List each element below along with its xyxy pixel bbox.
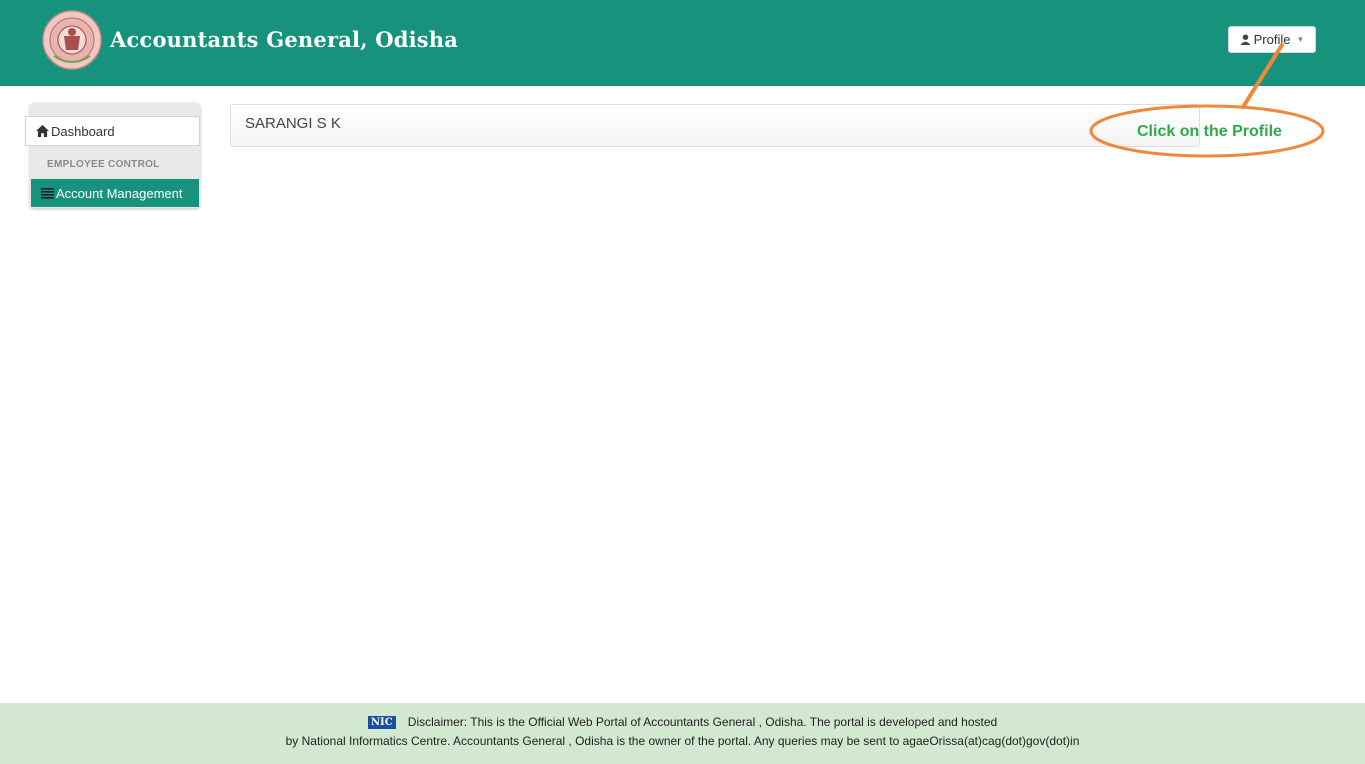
caret-down-icon: ▼ <box>1296 35 1305 44</box>
emblem-logo-icon <box>42 10 102 70</box>
site-title: Accountants General, Odisha <box>110 27 459 52</box>
sidebar-item-dashboard[interactable]: Dashboard <box>25 116 200 146</box>
annotation-text: Click on the Profile <box>1137 123 1282 140</box>
sidebar-item-label: Dashboard <box>51 123 115 139</box>
list-icon <box>41 187 54 199</box>
user-panel: SARANGI S K <box>230 104 1200 147</box>
footer: NIC Disclaimer: This is the Official Web… <box>0 703 1365 764</box>
sidebar-item-account-management[interactable]: Account Management <box>31 179 199 207</box>
sidebar-item-label: Account Management <box>56 185 183 201</box>
profile-label: Profile <box>1253 32 1291 47</box>
home-icon <box>36 125 49 137</box>
top-header: Accountants General, Odisha Profile ▼ <box>0 0 1365 86</box>
user-icon <box>1240 34 1251 45</box>
nic-logo: NIC <box>367 715 396 729</box>
footer-disclaimer-line2: by National Informatics Centre. Accounta… <box>285 734 1080 748</box>
footer-disclaimer-line1: Disclaimer: This is the Official Web Por… <box>407 715 998 729</box>
sidebar-section-header: EMPLOYEE CONTROL <box>47 159 160 170</box>
user-name: SARANGI S K <box>245 115 341 132</box>
profile-dropdown-button[interactable]: Profile ▼ <box>1228 26 1316 53</box>
